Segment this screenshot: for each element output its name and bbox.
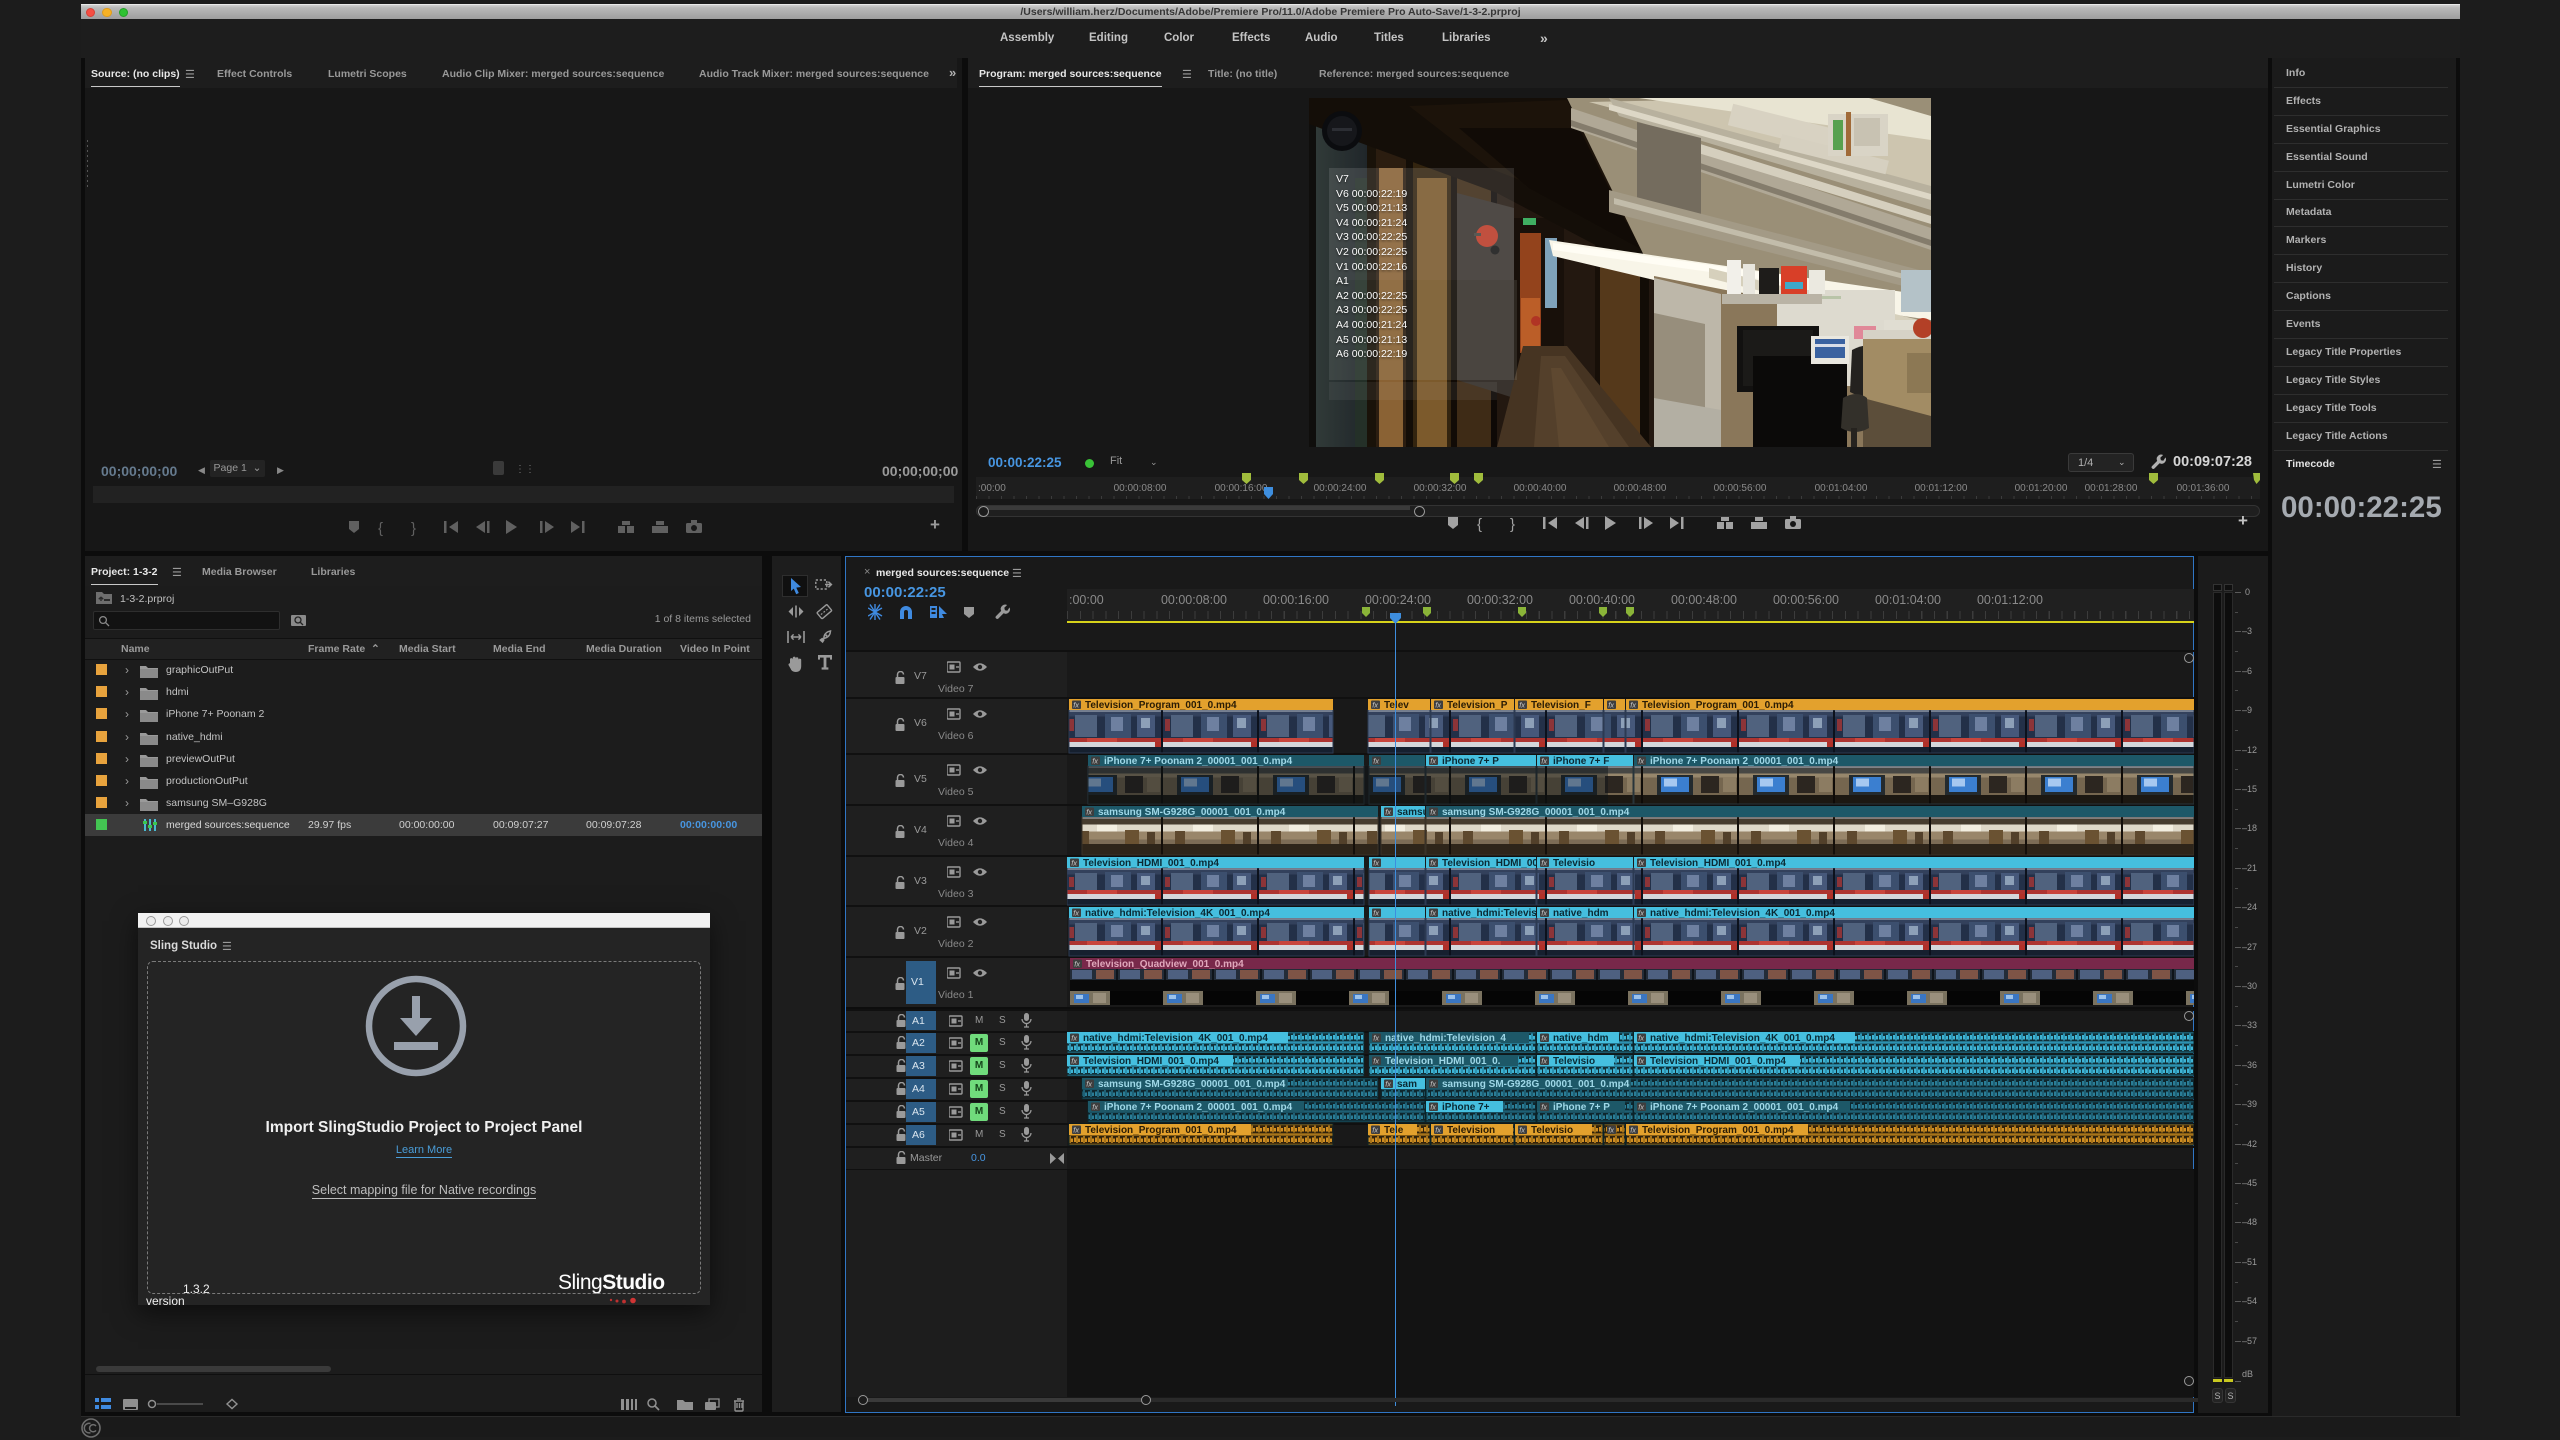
- svg-text:fx: fx: [1608, 1126, 1614, 1135]
- svg-text:iPhone 7+ Poonam 2_00001_001_0: iPhone 7+ Poonam 2_00001_001_0.mp4: [1650, 756, 1839, 767]
- svg-text:fx: fx: [1430, 1080, 1436, 1089]
- svg-text:Televisio: Televisio: [1553, 858, 1595, 869]
- svg-text:fx: fx: [1373, 909, 1379, 918]
- svg-text:fx: fx: [1430, 909, 1436, 918]
- svg-text:Television_Program_001_0.mp4: Television_Program_001_0.mp4: [1642, 1125, 1794, 1136]
- svg-text:fx: fx: [1638, 757, 1644, 766]
- svg-text:fx: fx: [1073, 701, 1079, 710]
- svg-text:Televisio: Televisio: [1553, 1056, 1595, 1067]
- svg-text:Telev: Telev: [1384, 700, 1409, 711]
- svg-text:fx: fx: [1071, 1057, 1077, 1066]
- svg-text:samsung SM-G928G_00001_001_0.m: samsung SM-G928G_00001_001_0.mp4: [1442, 807, 1630, 818]
- svg-text:fx: fx: [1430, 1103, 1436, 1112]
- svg-text:fx: fx: [1541, 1034, 1547, 1043]
- svg-text:fx: fx: [1630, 701, 1636, 710]
- svg-text:fx: fx: [1541, 1103, 1547, 1112]
- svg-text:fx: fx: [1430, 808, 1436, 817]
- svg-text:iPhone 7+: iPhone 7+: [1442, 1102, 1490, 1113]
- svg-text:native_hdmi:Television_4K_001_: native_hdmi:Television_4K_001_0.mp4: [1650, 1033, 1835, 1044]
- svg-text:Television_Program_001_0.mp4: Television_Program_001_0.mp4: [1085, 700, 1237, 711]
- svg-text:fx: fx: [1071, 859, 1077, 868]
- svg-text:Television: Television: [1447, 1125, 1495, 1136]
- svg-text:fx: fx: [1541, 909, 1547, 918]
- svg-text:iPhone 7+ P: iPhone 7+ P: [1553, 1102, 1610, 1113]
- svg-text:native_hdmi:Television_4K_001_: native_hdmi:Television_4K_001_0.mp4: [1650, 908, 1835, 919]
- svg-text:fx: fx: [1385, 808, 1391, 817]
- svg-text:fx: fx: [1092, 757, 1098, 766]
- svg-text:fx: fx: [1373, 1034, 1379, 1043]
- svg-text:Television_Program_001_0.mp4: Television_Program_001_0.mp4: [1085, 1125, 1237, 1136]
- svg-text:iPhone 7+ Poonam 2_00001_001_0: iPhone 7+ Poonam 2_00001_001_0.mp4: [1104, 1102, 1293, 1113]
- svg-text:fx: fx: [1435, 701, 1441, 710]
- svg-text:iPhone 7+ F: iPhone 7+ F: [1553, 756, 1609, 767]
- svg-text:fx: fx: [1430, 859, 1436, 868]
- svg-text:fx: fx: [1638, 1057, 1644, 1066]
- svg-text:fx: fx: [1372, 701, 1378, 710]
- svg-text:fx: fx: [1073, 909, 1079, 918]
- svg-text:fx: fx: [1630, 1126, 1636, 1135]
- svg-text:fx: fx: [1638, 859, 1644, 868]
- svg-text:Television_Quadview_001_0.mp4: Television_Quadview_001_0.mp4: [1086, 959, 1244, 970]
- svg-text:samsung SM-G928G_00001_001_0.m: samsung SM-G928G_00001_001_0.mp4: [1442, 1079, 1630, 1090]
- svg-text:Tele: Tele: [1384, 1125, 1404, 1136]
- svg-text:Television_HDMI_001_0.mp4: Television_HDMI_001_0.mp4: [1083, 858, 1219, 869]
- svg-text:fx: fx: [1519, 1126, 1525, 1135]
- svg-text:native_hdmi:Television_4K_001_: native_hdmi:Television_4K_001_0.mp4: [1085, 908, 1270, 919]
- svg-text:fx: fx: [1373, 1057, 1379, 1066]
- svg-text:fx: fx: [1074, 960, 1080, 969]
- svg-text:Television_HDMI_001_0.: Television_HDMI_001_0.: [1385, 1056, 1501, 1067]
- svg-text:native_hdm: native_hdm: [1553, 1033, 1609, 1044]
- svg-text:Television_F: Television_F: [1531, 700, 1591, 711]
- svg-text:sam: sam: [1397, 1079, 1417, 1090]
- svg-text:fx: fx: [1608, 701, 1614, 710]
- svg-text:fx: fx: [1086, 1080, 1092, 1089]
- svg-text:{: {: [378, 520, 383, 537]
- svg-text:fx: fx: [1071, 1034, 1077, 1043]
- svg-text:}: }: [411, 520, 416, 537]
- svg-text:Televisio: Televisio: [1531, 1125, 1573, 1136]
- svg-text:fx: fx: [1086, 808, 1092, 817]
- svg-text:iPhone 7+ P: iPhone 7+ P: [1442, 756, 1499, 767]
- svg-text:fx: fx: [1430, 757, 1436, 766]
- svg-text:fx: fx: [1385, 1080, 1391, 1089]
- svg-text:fx: fx: [1541, 859, 1547, 868]
- svg-text:iPhone 7+ Poonam 2_00001_001_0: iPhone 7+ Poonam 2_00001_001_0.mp4: [1104, 756, 1293, 767]
- svg-text:fx: fx: [1073, 1126, 1079, 1135]
- svg-text:fx: fx: [1373, 859, 1379, 868]
- svg-text:native_hdmi:Television_4K_001_: native_hdmi:Television_4K_001_0.mp4: [1083, 1033, 1268, 1044]
- svg-text:Television_HDMI_001_0.mp4: Television_HDMI_001_0.mp4: [1650, 1056, 1786, 1067]
- svg-text:native_hdm: native_hdm: [1553, 908, 1609, 919]
- svg-text:Television_P: Television_P: [1447, 700, 1508, 711]
- svg-text:fx: fx: [1435, 1126, 1441, 1135]
- svg-text:samsung SM-G928G_00001_001_0.m: samsung SM-G928G_00001_001_0.mp4: [1098, 807, 1286, 818]
- svg-text:fx: fx: [1541, 1057, 1547, 1066]
- svg-text:samsung SM-G928G_00001_001_0.m: samsung SM-G928G_00001_001_0.mp4: [1098, 1079, 1286, 1090]
- svg-text:native_hdmi:Television_4: native_hdmi:Television_4: [1385, 1033, 1506, 1044]
- svg-text:fx: fx: [1519, 701, 1525, 710]
- svg-text:iPhone 7+ Poonam 2_00001_001_0: iPhone 7+ Poonam 2_00001_001_0.mp4: [1650, 1102, 1839, 1113]
- svg-text:Television_HDMI_001_0.mp4: Television_HDMI_001_0.mp4: [1083, 1056, 1219, 1067]
- svg-text:fx: fx: [1638, 1103, 1644, 1112]
- svg-text:}: }: [1510, 516, 1515, 533]
- svg-text:{: {: [1477, 516, 1482, 533]
- svg-text:fx: fx: [1638, 1034, 1644, 1043]
- svg-text:fx: fx: [1092, 1103, 1098, 1112]
- svg-text:fx: fx: [1541, 757, 1547, 766]
- svg-text:samsu: samsu: [1397, 807, 1429, 818]
- svg-text:fx: fx: [1372, 1126, 1378, 1135]
- svg-text:fx: fx: [1638, 909, 1644, 918]
- svg-text:fx: fx: [1373, 757, 1379, 766]
- svg-text:Television_HDMI_001_0.mp4: Television_HDMI_001_0.mp4: [1650, 858, 1786, 869]
- svg-text:Television_Program_001_0.mp4: Television_Program_001_0.mp4: [1642, 700, 1794, 711]
